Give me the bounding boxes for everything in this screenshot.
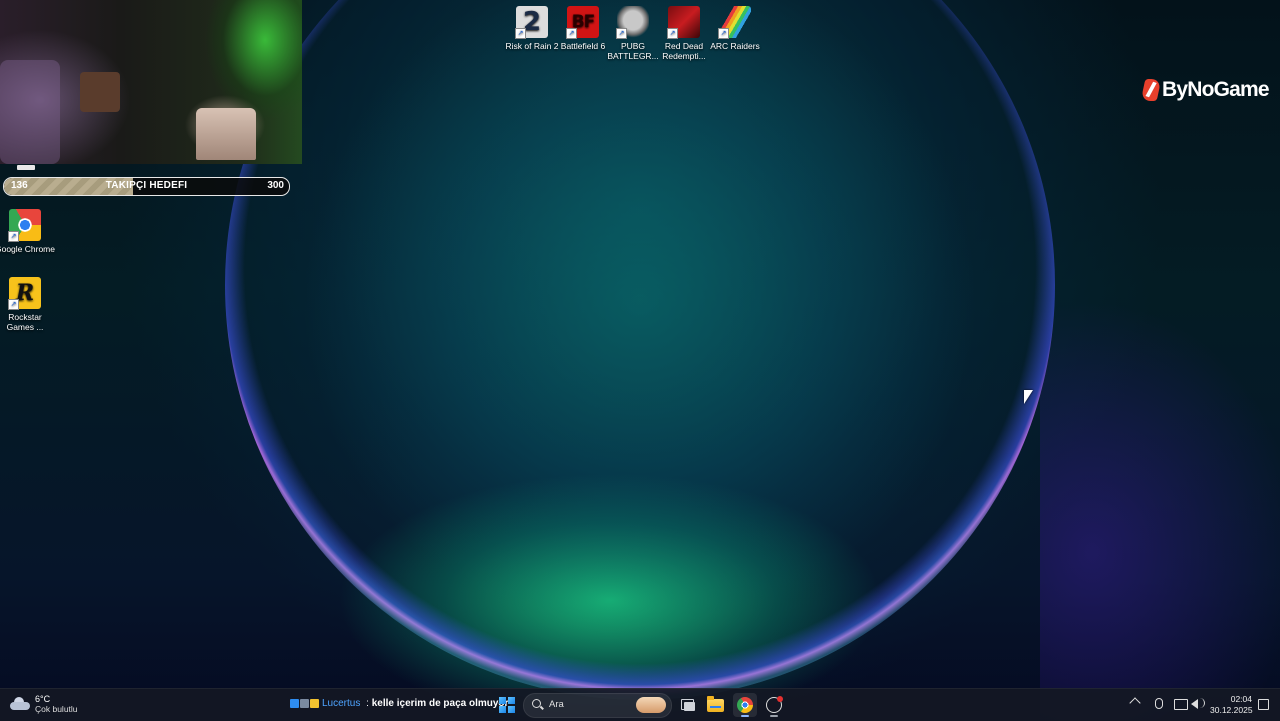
shortcut-arrow-icon: ↗ [8, 299, 19, 310]
running-indicator [741, 715, 749, 717]
taskbar-chrome[interactable] [733, 693, 757, 717]
shortcut-arrow-icon: ↗ [667, 28, 678, 39]
volume-wave-icon [1199, 698, 1205, 708]
webcam-stool [196, 108, 256, 160]
taskbar-clock[interactable]: 02:04 30.12.2025 [1210, 694, 1253, 716]
folder-icon [707, 696, 724, 712]
clock-time: 02:04 [1230, 694, 1252, 704]
clock-date: 30.12.2025 [1210, 705, 1253, 715]
windows-logo-tile [499, 705, 507, 713]
taskbar: 6°C Çok bulutlu Lucertus : kelle içerim … [0, 688, 1280, 721]
follower-goal-target: 300 [267, 180, 284, 191]
search-icon [532, 699, 541, 708]
bynogame-logo: ByNoGame [1140, 78, 1270, 102]
mouse-cursor-icon [1024, 390, 1033, 404]
chat-overlay-message: Lucertus : kelle içerim de paça olmuyor [290, 698, 508, 709]
badge-icon [290, 699, 299, 708]
webcam-tab [17, 165, 35, 170]
volume-icon[interactable] [1191, 699, 1198, 709]
desktop-icon-arc-raiders[interactable]: ↗ ARC Raiders [704, 6, 766, 51]
risk-of-rain-2-icon: 2 ↗ [515, 6, 548, 39]
pubg-icon: ↗ [616, 6, 649, 39]
bynogame-logo-text: ByNoGame [1162, 78, 1270, 101]
search-highlight-icon [636, 697, 666, 713]
weather-widget[interactable]: 6°C Çok bulutlu [10, 694, 78, 714]
start-button[interactable] [499, 697, 515, 713]
show-hidden-icons-chevron-icon[interactable] [1129, 697, 1141, 709]
taskbar-search-box[interactable]: Ara [523, 693, 672, 718]
chat-message-text: kelle içerim de paça olmuyor [371, 698, 509, 709]
chat-separator: : [363, 698, 372, 709]
arc-raiders-icon: ↗ [718, 6, 751, 39]
chrome-icon [737, 697, 753, 713]
cloud-icon [10, 697, 30, 711]
battlefield-6-icon: BF ↗ [566, 6, 599, 39]
desktop-icon-label: Google Chrome [0, 244, 55, 254]
windows-logo-tile [507, 697, 515, 705]
search-placeholder: Ara [549, 699, 564, 710]
desktop-icon-label: Rockstar Games ... [6, 312, 44, 332]
webcam-chair [80, 72, 120, 112]
chrome-icon: ↗ [8, 209, 41, 242]
shortcut-arrow-icon: ↗ [616, 28, 627, 39]
shortcut-arrow-icon: ↗ [718, 28, 729, 39]
crown-icon [310, 699, 319, 708]
windows-logo-tile [507, 705, 515, 713]
network-icon[interactable] [1174, 699, 1188, 710]
taskbar-obs[interactable] [762, 693, 786, 717]
taskbar-file-explorer[interactable] [704, 693, 728, 717]
chat-badges [290, 699, 319, 708]
follower-goal-bar: 136 TAKIPÇI HEDEFI 300 [3, 177, 290, 196]
shortcut-arrow-icon: ↗ [515, 28, 526, 39]
webcam-sofa [0, 60, 60, 164]
running-indicator [770, 715, 778, 717]
webcam-overlay [0, 0, 302, 164]
notification-center-icon[interactable] [1258, 699, 1269, 710]
recording-dot-icon [777, 696, 783, 702]
rockstar-games-icon: R ↗ [8, 277, 41, 310]
task-view-button[interactable] [676, 693, 700, 717]
wallpaper-glow [1040, 300, 1280, 720]
microphone-icon[interactable] [1155, 698, 1163, 709]
chat-username: Lucertus [322, 698, 361, 709]
follower-goal-title: TAKIPÇI HEDEFI [105, 180, 188, 191]
desktop-icon-rockstar-games[interactable]: R ↗ Rockstar Games ... [0, 277, 56, 332]
desktop-icon-google-chrome[interactable]: ↗ Google Chrome [0, 209, 56, 254]
weather-temperature: 6°C [35, 694, 51, 704]
task-view-icon-part [684, 702, 695, 711]
shortcut-arrow-icon: ↗ [8, 231, 19, 242]
badge-icon [300, 699, 309, 708]
red-dead-redemption-icon: ↗ [667, 6, 700, 39]
windows-logo-icon [499, 697, 507, 705]
bynogame-mark-icon [1140, 79, 1162, 101]
shortcut-arrow-icon: ↗ [566, 28, 577, 39]
desktop-icon-label: ARC Raiders [710, 41, 760, 51]
weather-condition: Çok bulutlu [35, 704, 78, 714]
